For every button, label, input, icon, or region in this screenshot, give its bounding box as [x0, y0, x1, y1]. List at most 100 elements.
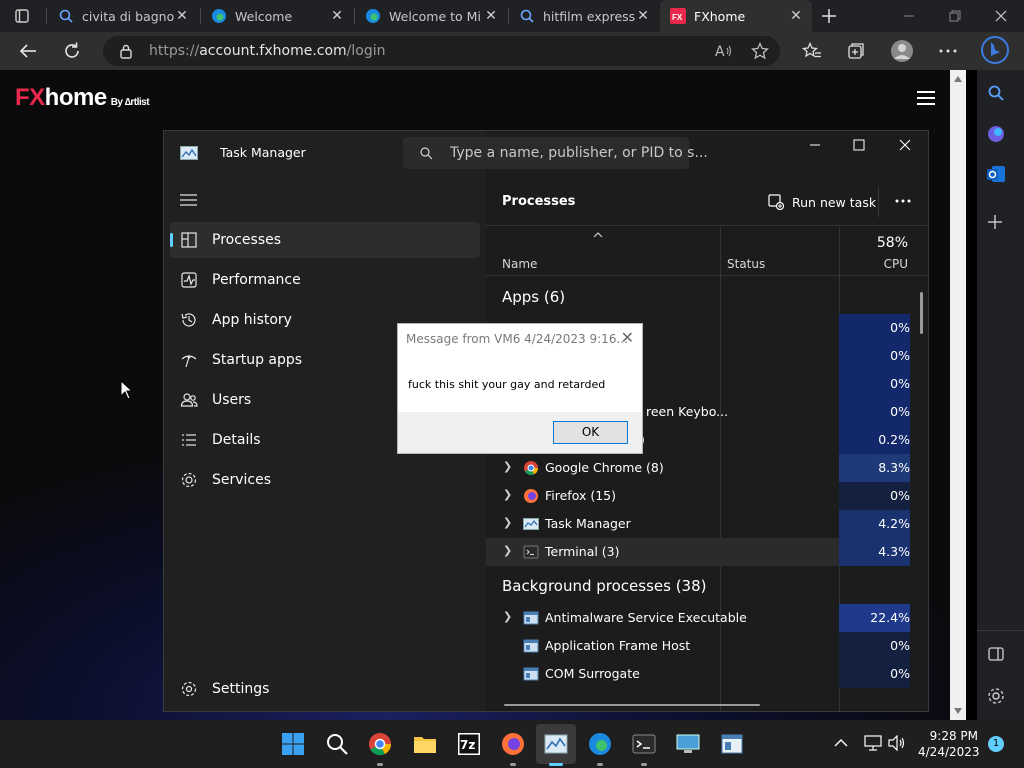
network-icon[interactable]	[864, 735, 882, 751]
more-options-icon[interactable]	[938, 44, 958, 58]
search-icon[interactable]	[325, 732, 349, 756]
clock-time[interactable]: 9:28 PM	[928, 729, 978, 743]
back-icon[interactable]	[18, 42, 38, 60]
favorites-icon[interactable]	[802, 42, 822, 60]
start-icon[interactable]	[281, 732, 305, 756]
table-row[interactable]: Application Frame Host 0%	[486, 632, 928, 660]
close-window-icon[interactable]	[994, 9, 1008, 23]
scroll-down-icon[interactable]	[954, 708, 962, 714]
column-header-status[interactable]: Status	[727, 257, 765, 271]
vertical-scrollbar[interactable]	[920, 292, 923, 334]
nav-item-settings[interactable]: Settings	[170, 671, 480, 707]
remote-desktop-icon[interactable]	[676, 732, 700, 756]
notification-badge[interactable]: 1	[988, 736, 1004, 752]
minimize-icon[interactable]	[902, 9, 916, 23]
volume-icon[interactable]	[888, 735, 906, 751]
add-sidebar-app-icon[interactable]	[987, 214, 1003, 230]
lock-icon[interactable]	[119, 43, 133, 59]
chrome-icon[interactable]	[368, 732, 392, 756]
expand-chevron-icon[interactable]: ❯	[503, 610, 512, 623]
expand-chevron-icon[interactable]: ❯	[503, 516, 512, 529]
sidebar-search-icon[interactable]	[987, 84, 1005, 102]
run-new-task-button[interactable]: Run new task	[768, 192, 876, 212]
table-row[interactable]: ❯ Antimalware Service Executable 22.4%	[486, 604, 928, 632]
window-icon	[523, 610, 539, 626]
edge-icon	[211, 8, 227, 24]
close-tab-icon[interactable]: ✕	[788, 8, 804, 24]
process-name: Application Frame Host	[545, 638, 691, 653]
column-header-cpu[interactable]: CPU	[840, 257, 908, 271]
scroll-up-icon[interactable]	[954, 76, 962, 82]
minimize-icon[interactable]	[809, 139, 821, 151]
close-tab-icon[interactable]: ✕	[483, 8, 499, 24]
sidebar-toggle-icon[interactable]	[988, 647, 1004, 661]
horizontal-scrollbar[interactable]	[504, 704, 760, 706]
close-tab-icon[interactable]: ✕	[635, 8, 651, 24]
more-options-icon[interactable]	[894, 197, 912, 205]
profile-avatar[interactable]	[890, 39, 914, 63]
close-window-icon[interactable]	[899, 139, 911, 151]
restore-icon[interactable]	[948, 9, 962, 23]
ok-button[interactable]: OK	[553, 421, 628, 444]
settings-gear-icon[interactable]	[987, 687, 1005, 705]
close-icon[interactable]: ✕	[621, 328, 634, 347]
table-row[interactable]: ❯ Task Manager 4.2%	[486, 510, 928, 538]
task-manager-icon[interactable]	[544, 732, 568, 756]
favorite-star-icon[interactable]	[751, 42, 769, 60]
7zip-icon[interactable]: 7z	[457, 732, 481, 756]
chevron-up-icon[interactable]	[834, 738, 848, 748]
edge-icon	[365, 8, 381, 24]
window-app-icon[interactable]	[720, 732, 744, 756]
close-tab-icon[interactable]: ✕	[174, 8, 190, 24]
cpu-total-value: 58%	[876, 235, 908, 251]
new-tab-icon[interactable]	[820, 7, 838, 25]
table-row[interactable]: COM Surrogate 0%	[486, 660, 928, 688]
table-row[interactable]: ❯ Firefox (15) 0%	[486, 482, 928, 510]
expand-chevron-icon[interactable]: ❯	[503, 488, 512, 501]
edge-icon[interactable]	[588, 732, 612, 756]
expand-chevron-icon[interactable]: ❯	[503, 544, 512, 557]
file-explorer-icon[interactable]	[413, 732, 437, 756]
collections-icon[interactable]	[846, 42, 866, 60]
hamburger-menu-icon[interactable]	[180, 193, 197, 207]
nav-item-performance[interactable]: Performance	[170, 262, 480, 298]
browser-tab[interactable]: hitfilm express - ✕	[509, 0, 659, 32]
firefox-icon[interactable]	[501, 732, 525, 756]
svg-text:7z: 7z	[460, 738, 475, 752]
table-row[interactable]: ❯ Google Chrome (8) 8.3%	[486, 454, 928, 482]
close-tab-icon[interactable]: ✕	[329, 8, 345, 24]
nav-item-services[interactable]: Services	[170, 462, 480, 498]
app-history-icon	[180, 311, 198, 329]
process-name: Google Chrome (8)	[545, 460, 664, 475]
browser-tab[interactable]: Welcome to Microsoft ✕	[355, 0, 507, 32]
expand-chevron-icon[interactable]: ❯	[503, 460, 512, 473]
table-row-selected[interactable]: ❯ Terminal (3) 4.3%	[486, 538, 928, 566]
address-bar[interactable]: https://account.fxhome.com/login A	[103, 36, 780, 66]
bing-chat-icon[interactable]	[980, 34, 1010, 68]
task-manager-icon	[523, 516, 539, 532]
terminal-icon	[523, 544, 539, 560]
process-search-input[interactable]: Type a name, publisher, or PID to s...	[403, 137, 708, 169]
refresh-icon[interactable]	[62, 41, 82, 61]
task-manager-app-icon	[180, 146, 198, 160]
dialog-message: fuck this shit your gay and retarded	[408, 378, 606, 391]
fxhome-logo[interactable]: FXhome By ∆rtlist	[15, 84, 150, 112]
outlook-icon[interactable]	[986, 164, 1006, 184]
copilot-icon[interactable]	[986, 124, 1006, 144]
browser-tab[interactable]: civita di bagnoregio ✕	[48, 0, 198, 32]
read-aloud-icon[interactable]: A	[715, 43, 733, 59]
search-icon	[519, 8, 535, 24]
hamburger-menu-icon[interactable]	[917, 90, 935, 106]
sort-ascending-icon[interactable]	[593, 232, 603, 238]
cpu-value: 8.3%	[878, 460, 910, 475]
maximize-icon[interactable]	[853, 139, 865, 151]
terminal-icon[interactable]	[632, 732, 656, 756]
tab-actions-icon[interactable]	[14, 8, 30, 24]
nav-item-processes[interactable]: Processes	[170, 222, 480, 258]
firefox-icon	[523, 488, 539, 504]
browser-tab-active[interactable]: FX FXhome ✕	[660, 0, 812, 32]
browser-tab[interactable]: Welcome ✕	[201, 0, 353, 32]
clock-date[interactable]: 4/24/2023	[918, 745, 980, 759]
page-scrollbar[interactable]	[950, 70, 966, 720]
column-header-name[interactable]: Name	[502, 257, 537, 271]
